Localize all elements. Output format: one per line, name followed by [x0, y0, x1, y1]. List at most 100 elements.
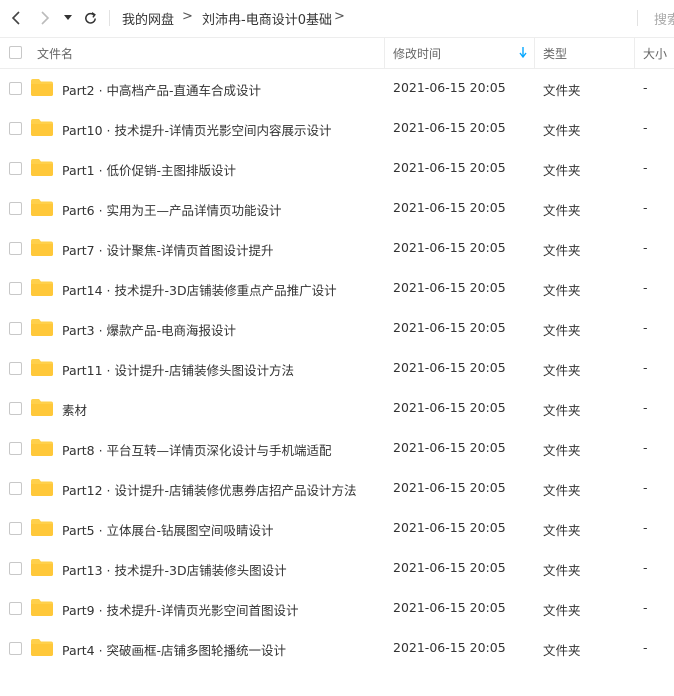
row-checkbox[interactable]: [9, 82, 22, 95]
file-row[interactable]: Part11 · 设计提升-店铺装修头图设计方法 2021-06-15 20:0…: [0, 348, 674, 388]
folder-icon: [31, 319, 53, 336]
file-name[interactable]: 素材: [62, 400, 87, 419]
column-header-size[interactable]: 大小: [643, 45, 667, 62]
row-checkbox[interactable]: [9, 202, 22, 215]
column-divider: [534, 38, 535, 68]
file-type: 文件夹: [543, 323, 581, 338]
file-row[interactable]: Part1 · 低价促销-主图排版设计 2021-06-15 20:05 文件夹…: [0, 148, 674, 188]
file-row[interactable]: Part14 · 技术提升-3D店铺装修重点产品推广设计 2021-06-15 …: [0, 268, 674, 308]
file-name[interactable]: Part11 · 设计提升-店铺装修头图设计方法: [62, 360, 294, 379]
file-type: 文件夹: [543, 643, 581, 658]
file-modified-time: 2021-06-15 20:05: [393, 80, 506, 95]
row-checkbox[interactable]: [9, 162, 22, 175]
file-modified-time: 2021-06-15 20:05: [393, 240, 506, 255]
file-name[interactable]: Part12 · 设计提升-店铺装修优惠券店招产品设计方法: [62, 480, 357, 499]
breadcrumb-separator-icon: >: [182, 9, 193, 24]
file-list-header: 文件名 修改时间 类型 大小: [0, 37, 674, 69]
row-checkbox[interactable]: [9, 122, 22, 135]
file-modified-time: 2021-06-15 20:05: [393, 320, 506, 335]
file-type: 文件夹: [543, 363, 581, 378]
refresh-icon: [84, 11, 96, 24]
file-row[interactable]: Part7 · 设计聚焦-详情页首图设计提升 2021-06-15 20:05 …: [0, 228, 674, 268]
file-name[interactable]: Part13 · 技术提升-3D店铺装修头图设计: [62, 560, 287, 579]
file-type: 文件夹: [543, 403, 581, 418]
sort-descending-icon[interactable]: [519, 47, 527, 59]
file-row[interactable]: Part5 · 立体展台-钻展图空间吸睛设计 2021-06-15 20:05 …: [0, 508, 674, 548]
column-header-name[interactable]: 文件名: [37, 45, 73, 62]
row-checkbox[interactable]: [9, 242, 22, 255]
row-checkbox[interactable]: [9, 402, 22, 415]
file-modified-time: 2021-06-15 20:05: [393, 120, 506, 135]
back-button[interactable]: [6, 8, 26, 28]
select-all-checkbox[interactable]: [9, 46, 22, 59]
file-modified-time: 2021-06-15 20:05: [393, 400, 506, 415]
file-name[interactable]: Part4 · 突破画框-店铺多图轮播统一设计: [62, 640, 286, 659]
file-name[interactable]: Part7 · 设计聚焦-详情页首图设计提升: [62, 240, 274, 259]
forward-button[interactable]: [35, 8, 55, 28]
file-size: -: [643, 600, 648, 615]
file-modified-time: 2021-06-15 20:05: [393, 480, 506, 495]
file-row[interactable]: Part3 · 爆款产品-电商海报设计 2021-06-15 20:05 文件夹…: [0, 308, 674, 348]
file-row[interactable]: Part8 · 平台互转—详情页深化设计与手机端适配 2021-06-15 20…: [0, 428, 674, 468]
file-row[interactable]: Part2 · 中高档产品-直通车合成设计 2021-06-15 20:05 文…: [0, 68, 674, 108]
breadcrumb-separator-icon: >: [334, 9, 345, 24]
row-checkbox[interactable]: [9, 482, 22, 495]
file-size: -: [643, 480, 648, 495]
file-size: -: [643, 80, 648, 95]
file-name[interactable]: Part2 · 中高档产品-直通车合成设计: [62, 80, 261, 99]
file-name[interactable]: Part1 · 低价促销-主图排版设计: [62, 160, 236, 179]
file-type: 文件夹: [543, 483, 581, 498]
file-modified-time: 2021-06-15 20:05: [393, 360, 506, 375]
search-divider: [637, 10, 638, 26]
file-size: -: [643, 200, 648, 215]
file-size: -: [643, 440, 648, 455]
file-row[interactable]: Part12 · 设计提升-店铺装修优惠券店招产品设计方法 2021-06-15…: [0, 468, 674, 508]
file-name[interactable]: Part8 · 平台互转—详情页深化设计与手机端适配: [62, 440, 332, 459]
file-row[interactable]: Part4 · 突破画框-店铺多图轮播统一设计 2021-06-15 20:05…: [0, 628, 674, 668]
column-divider: [634, 38, 635, 68]
file-type: 文件夹: [543, 523, 581, 538]
file-size: -: [643, 520, 648, 535]
file-type: 文件夹: [543, 443, 581, 458]
search-input[interactable]: 搜索: [654, 9, 674, 28]
row-checkbox[interactable]: [9, 602, 22, 615]
file-name[interactable]: Part5 · 立体展台-钻展图空间吸睛设计: [62, 520, 274, 539]
row-checkbox[interactable]: [9, 562, 22, 575]
breadcrumb-item-current[interactable]: 刘沛冉-电商设计0基础: [202, 9, 332, 28]
file-name[interactable]: Part9 · 技术提升-详情页光影空间首图设计: [62, 600, 299, 619]
file-size: -: [643, 360, 648, 375]
refresh-button[interactable]: [80, 8, 100, 28]
file-row[interactable]: Part9 · 技术提升-详情页光影空间首图设计 2021-06-15 20:0…: [0, 588, 674, 628]
file-type: 文件夹: [543, 603, 581, 618]
row-checkbox[interactable]: [9, 362, 22, 375]
row-checkbox[interactable]: [9, 282, 22, 295]
file-size: -: [643, 560, 648, 575]
file-row[interactable]: Part13 · 技术提升-3D店铺装修头图设计 2021-06-15 20:0…: [0, 548, 674, 588]
folder-icon: [31, 159, 53, 176]
chevron-right-icon: [41, 11, 50, 25]
row-checkbox[interactable]: [9, 642, 22, 655]
breadcrumb-item-root[interactable]: 我的网盘: [122, 9, 174, 28]
toolbar: 我的网盘 > 刘沛冉-电商设计0基础 > 搜索: [0, 0, 674, 36]
row-checkbox[interactable]: [9, 522, 22, 535]
file-row[interactable]: Part6 · 实用为王—产品详情页功能设计 2021-06-15 20:05 …: [0, 188, 674, 228]
row-checkbox[interactable]: [9, 322, 22, 335]
file-name[interactable]: Part6 · 实用为王—产品详情页功能设计: [62, 200, 282, 219]
column-header-modified[interactable]: 修改时间: [393, 45, 441, 62]
file-row[interactable]: 素材 2021-06-15 20:05 文件夹 -: [0, 388, 674, 428]
file-name[interactable]: Part10 · 技术提升-详情页光影空间内容展示设计: [62, 120, 332, 139]
file-name[interactable]: Part14 · 技术提升-3D店铺装修重点产品推广设计: [62, 280, 337, 299]
history-dropdown-button[interactable]: [60, 8, 76, 28]
file-size: -: [643, 640, 648, 655]
file-name[interactable]: Part3 · 爆款产品-电商海报设计: [62, 320, 236, 339]
folder-icon: [31, 479, 53, 496]
file-type: 文件夹: [543, 563, 581, 578]
file-modified-time: 2021-06-15 20:05: [393, 520, 506, 535]
file-type: 文件夹: [543, 203, 581, 218]
folder-icon: [31, 359, 53, 376]
file-type: 文件夹: [543, 283, 581, 298]
row-checkbox[interactable]: [9, 442, 22, 455]
column-header-type[interactable]: 类型: [543, 45, 567, 62]
file-size: -: [643, 120, 648, 135]
file-row[interactable]: Part10 · 技术提升-详情页光影空间内容展示设计 2021-06-15 2…: [0, 108, 674, 148]
